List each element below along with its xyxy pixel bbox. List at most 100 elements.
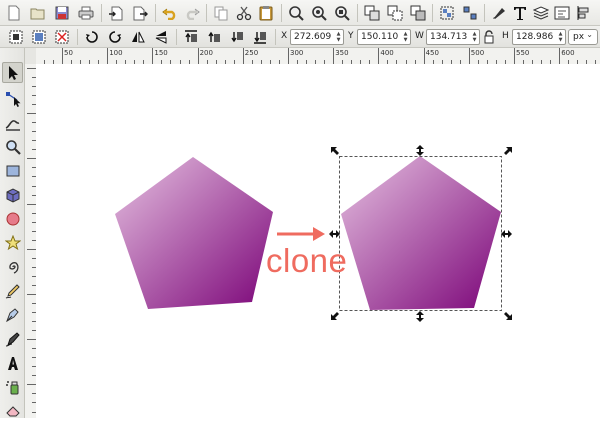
y-input[interactable] bbox=[358, 30, 401, 44]
pencil-tool[interactable] bbox=[2, 280, 23, 301]
resize-handle-right-icon[interactable] bbox=[501, 230, 512, 238]
import-icon[interactable] bbox=[106, 3, 126, 23]
ungroup-icon[interactable] bbox=[460, 3, 480, 23]
lower-icon[interactable] bbox=[227, 27, 247, 47]
zoom-tool[interactable] bbox=[2, 136, 23, 157]
unit-select[interactable]: px ⌄ bbox=[568, 29, 598, 45]
resize-handle-top-left-icon[interactable] bbox=[331, 147, 339, 155]
zoom-page-icon[interactable] bbox=[332, 3, 352, 23]
ruler-tick bbox=[27, 248, 36, 250]
paste-icon[interactable] bbox=[256, 3, 276, 23]
3d-box-tool[interactable] bbox=[2, 184, 23, 205]
save-icon[interactable] bbox=[52, 3, 72, 23]
lower-to-bottom-icon[interactable] bbox=[250, 27, 270, 47]
clone-pentagon[interactable] bbox=[341, 156, 501, 310]
chevron-down-icon: ⌄ bbox=[586, 30, 593, 39]
rectangle-tool[interactable] bbox=[2, 160, 23, 181]
x-label: X bbox=[281, 31, 288, 41]
ruler-tick bbox=[27, 384, 36, 386]
ruler-tick bbox=[27, 203, 36, 205]
xml-editor-icon[interactable] bbox=[552, 3, 572, 23]
ruler-tick bbox=[423, 48, 425, 64]
h-spin-arrows[interactable]: ▲ ▼ bbox=[556, 30, 565, 44]
cut-icon[interactable] bbox=[234, 3, 254, 23]
ruler-tick bbox=[197, 48, 199, 64]
rotate-cw-icon[interactable] bbox=[105, 27, 125, 47]
ruler-label: 250 bbox=[244, 49, 259, 57]
resize-handle-bottom-left-icon[interactable] bbox=[331, 312, 339, 320]
ruler-tick bbox=[27, 294, 36, 295]
spiral-tool[interactable] bbox=[2, 256, 23, 277]
x-spin-arrows[interactable]: ▲ ▼ bbox=[334, 30, 343, 44]
text-font-icon[interactable] bbox=[510, 3, 530, 23]
resize-handle-left-icon[interactable] bbox=[329, 230, 340, 238]
export-icon[interactable] bbox=[130, 3, 150, 23]
new-document-icon[interactable] bbox=[4, 3, 24, 23]
text-tool[interactable] bbox=[2, 352, 23, 373]
flip-vertical-icon[interactable] bbox=[151, 27, 171, 47]
zoom-drawing-icon[interactable] bbox=[309, 3, 329, 23]
height-spinbox[interactable]: ▲▼ bbox=[512, 29, 566, 45]
ruler-tick bbox=[152, 48, 154, 64]
group-icon[interactable] bbox=[437, 3, 457, 23]
selector-tool[interactable] bbox=[2, 62, 23, 83]
clone-arrow bbox=[277, 227, 325, 241]
zoom-selection-icon[interactable] bbox=[286, 3, 306, 23]
y-spin-arrows[interactable]: ▲ ▼ bbox=[401, 30, 410, 44]
x-coordinate-spinbox[interactable]: ▲▼ bbox=[290, 29, 344, 45]
duplicate-icon[interactable] bbox=[362, 3, 382, 23]
resize-handle-top-right-icon[interactable] bbox=[504, 147, 512, 155]
raise-icon[interactable] bbox=[204, 27, 224, 47]
h-input[interactable] bbox=[513, 30, 556, 44]
drawing-canvas[interactable] bbox=[36, 64, 600, 418]
drawing-svg bbox=[115, 145, 512, 322]
deselect-icon[interactable] bbox=[52, 27, 72, 47]
unlink-clone-icon[interactable] bbox=[408, 3, 428, 23]
ruler-label: 550 bbox=[516, 49, 530, 57]
horizontal-ruler[interactable]: 50100150200250300350400450500550600650 bbox=[36, 48, 600, 65]
w-label: W bbox=[415, 31, 424, 41]
ruler-tick bbox=[242, 48, 244, 64]
flip-horizontal-icon[interactable] bbox=[128, 27, 148, 47]
ellipse-tool[interactable] bbox=[2, 208, 23, 229]
select-all-layers-icon[interactable] bbox=[29, 27, 49, 47]
star-tool[interactable] bbox=[2, 232, 23, 253]
ruler-label: 500 bbox=[470, 49, 485, 57]
w-input[interactable] bbox=[427, 30, 470, 44]
node-tool[interactable] bbox=[2, 88, 23, 109]
raise-to-top-icon[interactable] bbox=[181, 27, 201, 47]
clone-icon[interactable] bbox=[385, 3, 405, 23]
width-spinbox[interactable]: ▲▼ bbox=[426, 29, 480, 45]
original-pentagon[interactable] bbox=[115, 157, 273, 309]
select-all-icon[interactable] bbox=[6, 27, 26, 47]
layers-icon[interactable] bbox=[531, 3, 551, 23]
align-distribute-icon[interactable] bbox=[574, 3, 594, 23]
pen-tool[interactable] bbox=[2, 304, 23, 325]
ruler-label: 50 bbox=[64, 49, 73, 57]
h-label: H bbox=[502, 31, 509, 41]
resize-handle-top-icon[interactable] bbox=[416, 145, 424, 156]
ruler-tick bbox=[378, 48, 380, 64]
ruler-tick bbox=[27, 158, 36, 160]
unit-value: px bbox=[573, 32, 585, 42]
spray-tool[interactable] bbox=[2, 376, 23, 397]
print-icon[interactable] bbox=[76, 3, 96, 23]
ruler-tick bbox=[27, 113, 36, 115]
copy-icon[interactable] bbox=[211, 3, 231, 23]
clone-annotation-label: clone bbox=[266, 242, 348, 279]
resize-handle-bottom-right-icon[interactable] bbox=[504, 312, 512, 320]
undo-icon[interactable] bbox=[160, 3, 180, 23]
x-input[interactable] bbox=[291, 30, 334, 44]
lock-icon[interactable] bbox=[481, 27, 497, 47]
tool-controls-bar: X ▲▼ Y ▲▼ W ▲▼ H ▲▼ px ⌄ bbox=[0, 26, 600, 48]
y-coordinate-spinbox[interactable]: ▲▼ bbox=[357, 29, 411, 45]
redo-icon[interactable] bbox=[182, 3, 202, 23]
rotate-ccw-icon[interactable] bbox=[82, 27, 102, 47]
open-document-icon[interactable] bbox=[28, 3, 48, 23]
fill-stroke-icon[interactable] bbox=[489, 3, 509, 23]
w-spin-arrows[interactable]: ▲ ▼ bbox=[470, 30, 479, 44]
calligraphy-tool[interactable] bbox=[2, 328, 23, 349]
resize-handle-bottom-icon[interactable] bbox=[416, 311, 424, 322]
tweak-tool[interactable] bbox=[2, 112, 23, 133]
ruler-tick bbox=[333, 48, 335, 64]
